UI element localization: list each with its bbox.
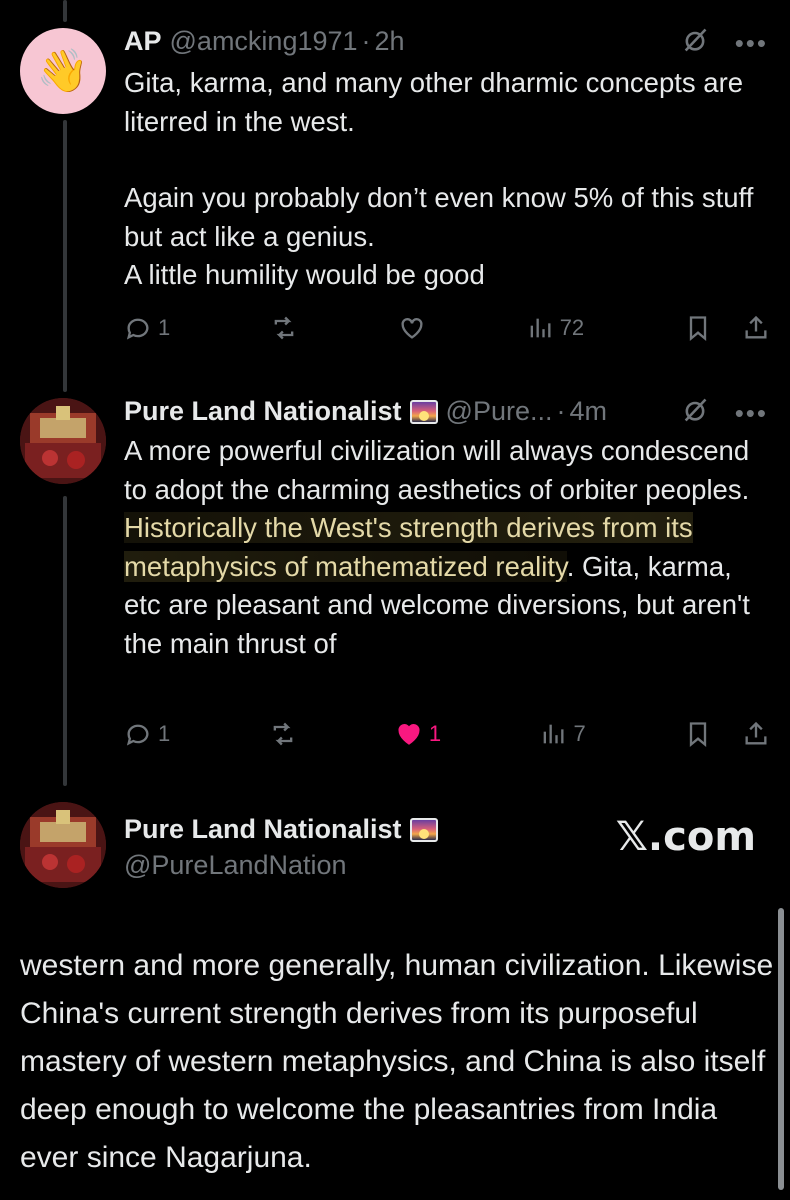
bookmark-icon[interactable] xyxy=(684,720,712,748)
thread-line-1 xyxy=(63,120,67,392)
reply-count: 1 xyxy=(158,315,171,340)
thread-line-2 xyxy=(63,496,67,786)
repost-button[interactable] xyxy=(270,314,298,342)
like-count: 1 xyxy=(428,721,442,746)
post1-text: Gita, karma, and many other dharmic conc… xyxy=(124,64,774,295)
post2-actions: 1 1 7 xyxy=(124,714,770,754)
reply-button[interactable]: 1 xyxy=(124,720,170,748)
avatar-pure-land-2[interactable] xyxy=(20,802,106,888)
author-name[interactable]: Pure Land Nationalist xyxy=(124,396,402,427)
views-button[interactable]: 7 xyxy=(539,720,586,748)
scrollbar[interactable] xyxy=(778,908,784,1190)
sunset-flag-icon xyxy=(409,817,438,842)
post2-header: Pure Land Nationalist @Pure... · 4m xyxy=(124,396,607,427)
timestamp[interactable]: 2h xyxy=(375,26,405,57)
separator: · xyxy=(361,26,371,56)
post1-actions: 1 72 xyxy=(124,308,770,348)
views-button[interactable]: 72 xyxy=(526,314,584,342)
reply-button[interactable]: 1 xyxy=(124,314,170,342)
grok-icon[interactable] xyxy=(681,396,709,431)
post1-header: AP @amcking1971 · 2h xyxy=(124,26,405,57)
views-icon xyxy=(530,318,551,338)
more-icon[interactable]: ••• xyxy=(735,28,768,59)
like-icon xyxy=(401,318,423,339)
more-icon[interactable]: ••• xyxy=(735,398,768,429)
post3-text: western and more generally, human civili… xyxy=(20,949,774,1174)
reply-icon xyxy=(126,318,149,340)
post3-handle-row: @PureLandNation xyxy=(124,850,347,881)
post3-header: Pure Land Nationalist xyxy=(124,814,438,845)
author-name[interactable]: AP xyxy=(124,26,162,57)
avatar-pure-land[interactable] xyxy=(20,398,106,484)
waving-hand-avatar: 👋 xyxy=(36,46,90,94)
views-count: 7 xyxy=(573,721,586,746)
like-button[interactable]: 1 xyxy=(395,720,441,748)
views-icon xyxy=(544,724,564,744)
post1-line-b: Again you probably don’t even know 5% of… xyxy=(124,182,754,252)
repost-icon xyxy=(274,316,294,340)
author-handle[interactable]: @Pure... xyxy=(446,396,553,427)
share-icon[interactable] xyxy=(742,720,770,748)
thread-line-top xyxy=(63,0,67,22)
bookmark-icon[interactable] xyxy=(684,314,712,342)
repost-button[interactable] xyxy=(269,720,297,748)
x-com-watermark: 𝕏.com xyxy=(615,814,756,860)
post1-line-c: A little humility would be good xyxy=(124,259,485,290)
separator: · xyxy=(556,396,566,426)
author-handle[interactable]: @amcking1971 xyxy=(170,26,358,57)
post2-text-a: A more powerful civilization will always… xyxy=(124,435,750,505)
like-button[interactable] xyxy=(398,314,426,342)
grok-icon[interactable] xyxy=(681,26,709,61)
repost-icon xyxy=(273,722,292,746)
avatar-ap[interactable]: 👋 xyxy=(20,28,106,114)
views-count: 72 xyxy=(559,315,585,340)
timestamp[interactable]: 4m xyxy=(570,396,608,427)
like-icon xyxy=(398,724,420,745)
post1-line-a: Gita, karma, and many other dharmic conc… xyxy=(124,67,744,137)
author-name[interactable]: Pure Land Nationalist xyxy=(124,814,402,845)
sunset-flag-icon xyxy=(409,399,438,424)
reply-count: 1 xyxy=(158,721,171,746)
author-handle[interactable]: @PureLandNation xyxy=(124,850,347,881)
post2-text: A more powerful civilization will always… xyxy=(124,432,774,663)
reply-icon xyxy=(126,724,149,746)
share-icon[interactable] xyxy=(742,314,770,342)
